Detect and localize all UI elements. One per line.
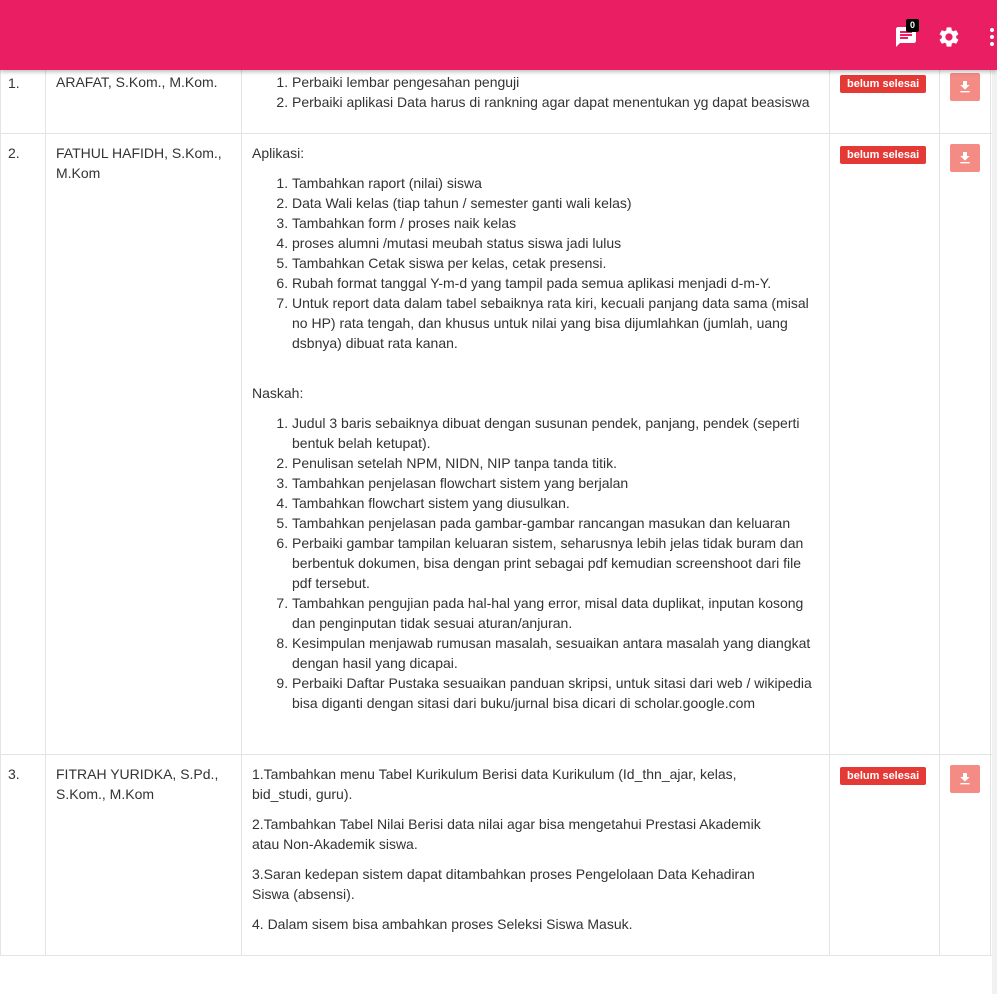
row-number: 3. [8,766,20,782]
note-item: Perbaiki Daftar Pustaka sesuaikan pandua… [292,673,817,713]
note-item: proses alumni /mutasi meubah status sisw… [292,233,817,253]
section-label-aplikasi: Aplikasi: [252,145,305,161]
note-item: Tambahkan pengujian pada hal-hal yang er… [292,593,817,633]
note-item: Tambahkan form / proses naik kelas [292,213,817,233]
note-item: Data Wali kelas (tiap tahun / semester g… [292,193,817,213]
table-row: 3. FITRAH YURIDKA, S.Pd., S.Kom., M.Kom … [0,754,992,956]
note-item: Judul 3 baris sebaiknya dibuat dengan su… [292,413,817,453]
download-button[interactable] [950,765,980,793]
status-badge: belum selesai [840,767,927,785]
download-icon [960,81,970,93]
vertical-scrollbar[interactable] [992,70,997,994]
section-label-naskah: Naskah: [252,385,304,401]
row-number: 2. [8,145,20,161]
download-icon [960,773,970,785]
note-item: Tambahkan penjelasan flowchart sistem ya… [292,473,817,493]
notification-count-badge: 0 [906,19,919,32]
note-paragraph: 3.Saran kedepan sistem dapat ditambahkan… [252,866,755,902]
download-icon [960,152,970,164]
examiner-name: ARAFAT, S.Kom., M.Kom. [56,74,218,90]
note-paragraph: 4. Dalam sisem bisa ambahkan proses Sele… [252,916,633,932]
note-item: Tambahkan raport (nilai) siswa [292,173,817,193]
note-item: Perbaiki aplikasi Data harus di rankning… [292,92,817,112]
table-row: 1. ARAFAT, S.Kom., M.Kom. Perbaiki lemba… [0,70,992,134]
status-badge: belum selesai [840,75,927,93]
note-paragraph: 1.Tambahkan menu Tabel Kurikulum Berisi … [252,766,737,802]
note-paragraph: 2.Tambahkan Tabel Nilai Berisi data nila… [252,816,761,852]
revision-notes: 1.Tambahkan menu Tabel Kurikulum Berisi … [252,764,772,934]
revision-notes: Aplikasi: Tambahkan raport (nilai) siswa… [252,143,817,713]
examiner-name: FATHUL HAFIDH, S.Kom., M.Kom [56,145,222,181]
revision-notes: Perbaiki lembar pengesahan penguji Perba… [252,72,817,112]
download-button[interactable] [950,144,980,172]
note-item: Tambahkan flowchart sistem yang diusulka… [292,493,817,513]
more-vert-icon[interactable] [980,25,997,49]
note-item: Tambahkan Cetak siswa per kelas, cetak p… [292,253,817,273]
gear-icon[interactable] [937,25,961,49]
note-item: Rubah format tanggal Y-m-d yang tampil p… [292,273,817,293]
note-item: Perbaiki gambar tampilan keluaran sistem… [292,533,817,593]
top-app-bar: 0 [0,0,997,70]
note-item: Perbaiki lembar pengesahan penguji [292,72,817,92]
examiner-name: FITRAH YURIDKA, S.Pd., S.Kom., M.Kom [56,766,219,802]
table-row: 2. FATHUL HAFIDH, S.Kom., M.Kom Aplikasi… [0,133,992,755]
download-button[interactable] [950,73,980,101]
status-badge: belum selesai [840,146,927,164]
note-item: Penulisan setelah NPM, NIDN, NIP tanpa t… [292,453,817,473]
note-item: Tambahkan penjelasan pada gambar-gambar … [292,513,817,533]
row-number: 1. [8,75,20,91]
note-item: Untuk report data dalam tabel sebaiknya … [292,293,817,353]
note-item: Kesimpulan menjawab rumusan masalah, ses… [292,633,817,673]
